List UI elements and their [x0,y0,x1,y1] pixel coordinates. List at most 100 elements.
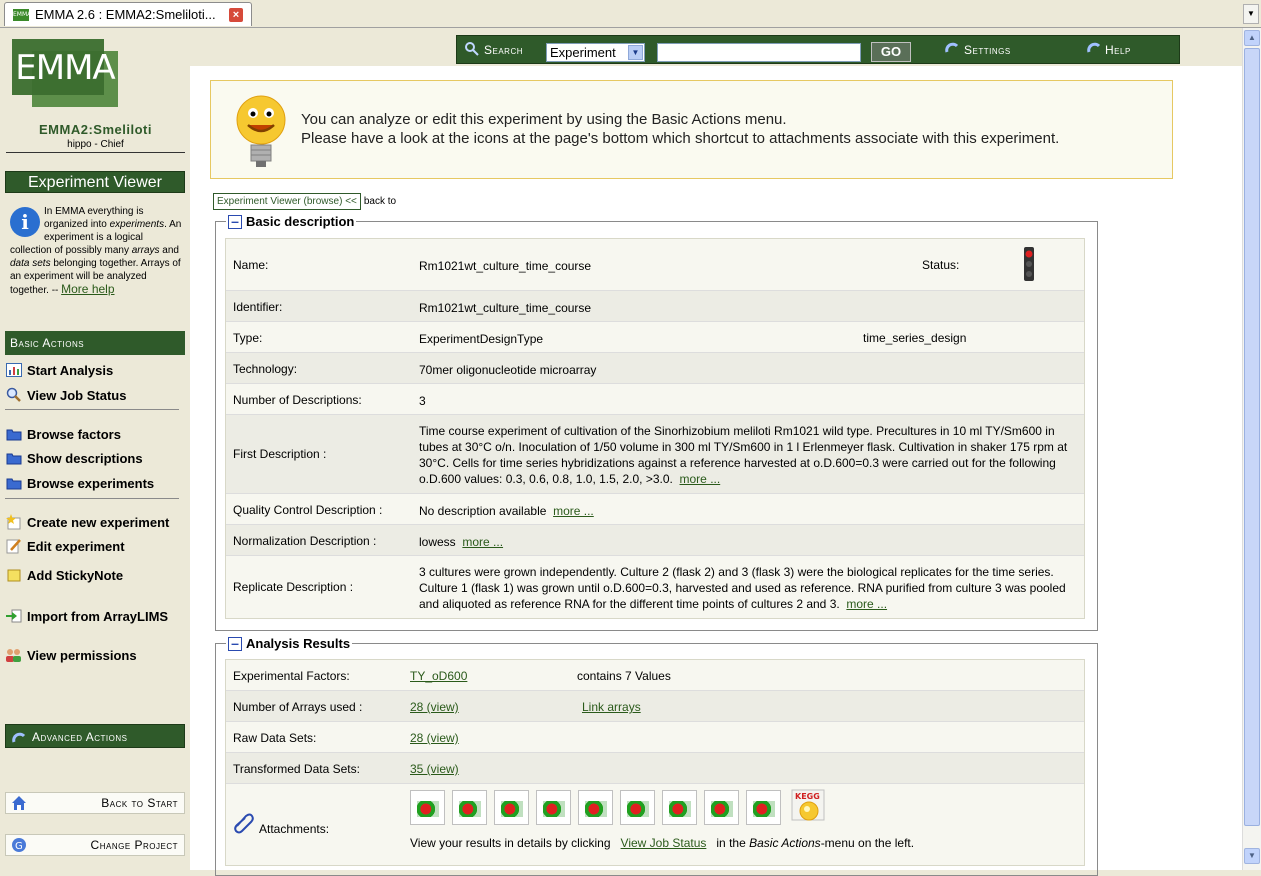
attachment-clip-icon [233,812,255,837]
arrays-used-row: Number of Arrays used : 28 (view) Link a… [226,691,1084,722]
settings-link[interactable]: Settings [964,43,1011,57]
arrays-view-link[interactable]: 28 (view) [410,700,459,714]
traffic-light-icon [1021,247,1037,284]
user-role: hippo - Chief [6,139,185,153]
view-permissions-menu-item[interactable]: View permissions [5,646,180,664]
chevron-down-icon: ▼ [628,45,643,60]
attachments-row: Attachments: KEGG View your results in d… [226,784,1084,865]
view-job-status-menu-item[interactable]: View Job Status [5,386,180,404]
raw-data-view-link[interactable]: 28 (view) [410,731,459,745]
attachment-plot-icon[interactable] [578,790,613,825]
num-descriptions-row: Number of Descriptions: 3 [226,384,1084,415]
edit-experiment-menu-item[interactable]: Edit experiment [5,537,180,555]
attachment-plot-icon[interactable] [536,790,571,825]
more-link[interactable]: more ... [846,597,887,611]
browser-tab[interactable]: EMMA EMMA 2.6 : EMMA2:Smeliloti... × [4,2,252,26]
change-project-icon: G [11,837,27,853]
tab-list-dropdown-button[interactable]: ▼ [1243,4,1259,24]
lightbulb-smiley-icon [233,93,291,171]
info-text: i In EMMA everything is organized into e… [10,206,182,296]
svg-text:G: G [15,841,23,852]
attachment-plot-icon[interactable] [704,790,739,825]
browse-experiments-menu-item[interactable]: Browse experiments [5,474,180,492]
analysis-results-table: Experimental Factors: TY_oD600 contains … [225,659,1085,866]
vertical-scrollbar[interactable]: ▲ ▼ [1242,28,1261,870]
analysis-results-legend[interactable]: – Analysis Results [226,636,352,651]
folder-icon [5,475,23,491]
folder-icon [5,450,23,466]
attachment-plot-icon[interactable] [410,790,445,825]
search-type-select[interactable]: Experiment ▼ [546,43,645,62]
name-row: Name: Rm1021wt_culture_time_course Statu… [226,239,1084,291]
hint-line-2: Please have a look at the icons at the p… [301,130,1060,147]
basic-description-legend[interactable]: – Basic description [226,214,356,229]
more-link[interactable]: more ... [680,472,721,486]
start-analysis-menu-item[interactable]: Start Analysis [5,361,180,379]
browse-factors-menu-item[interactable]: Browse factors [5,425,180,443]
view-job-status-link[interactable]: View Job Status [621,836,707,850]
experiment-name: Rm1021wt_culture_time_course [419,259,592,273]
attachment-plot-icon[interactable] [746,790,781,825]
collapse-icon[interactable]: – [228,636,242,651]
create-new-experiment-menu-item[interactable]: Create new experiment [5,513,180,531]
scroll-thumb[interactable] [1244,48,1260,826]
more-link[interactable]: more ... [553,504,594,518]
info-icon: i [10,207,40,237]
technology-row: Technology: 70mer oligonucleotide microa… [226,353,1084,384]
breadcrumb: Experiment Viewer (browse) << back to [213,193,399,210]
top-toolbar: Search Experiment ▼ GO Settings Help [456,35,1180,64]
attachment-thumbnails: KEGG [410,789,827,828]
attachments-instruction: View your results in details by clicking… [410,836,915,850]
type-row: Type: ExperimentDesignType time_series_d… [226,322,1084,353]
link-arrays-link[interactable]: Link arrays [582,700,641,714]
breadcrumb-current[interactable]: Experiment Viewer (browse) << [213,193,361,210]
viewer-title: Experiment Viewer [5,171,185,193]
magnifier-icon [5,387,23,403]
sticky-note-icon [5,567,23,583]
attachment-plot-icon[interactable] [494,790,529,825]
transformed-data-view-link[interactable]: 35 (view) [410,762,459,776]
advanced-actions-header[interactable]: Advanced Actions [5,724,185,748]
hint-box: You can analyze or edit this experiment … [210,80,1173,179]
replicate-description-row: Replicate Description : 3 cultures were … [226,556,1084,618]
change-project-button[interactable]: G Change Project [5,834,185,856]
chart-icon [5,362,23,378]
emma-logo[interactable]: EMMA [12,39,118,107]
help-link[interactable]: Help [1105,43,1131,57]
basic-actions-header: Basic Actions [5,331,185,355]
collapse-icon[interactable]: – [228,214,242,229]
hint-line-1: You can analyze or edit this experiment … [301,111,787,128]
kegg-icon[interactable]: KEGG [791,789,827,825]
home-icon [11,795,27,811]
sidebar: EMMA EMMA2:Smeliloti hippo - Chief Exper… [0,28,190,870]
import-arrow-icon [5,608,23,624]
tab-title: EMMA 2.6 : EMMA2:Smeliloti... [35,7,216,22]
new-star-icon [5,514,23,530]
search-icon [465,42,479,59]
search-input[interactable] [657,43,861,62]
browser-tab-bar: EMMA EMMA 2.6 : EMMA2:Smeliloti... × ▼ [0,0,1261,28]
expand-arrow-icon [12,730,26,754]
attachment-plot-icon[interactable] [452,790,487,825]
attachment-plot-icon[interactable] [662,790,697,825]
attachment-plot-icon[interactable] [620,790,655,825]
import-from-arraylims-menu-item[interactable]: Import from ArrayLIMS [5,607,180,625]
search-label: Search [484,43,524,57]
factor-link[interactable]: TY_oD600 [410,669,467,683]
go-button[interactable]: GO [871,42,911,62]
project-name: EMMA2:Smeliloti [39,122,152,137]
scroll-up-icon[interactable]: ▲ [1244,30,1260,46]
first-description-row: First Description : Time course experime… [226,415,1084,494]
normalization-description-row: Normalization Description : lowess more … [226,525,1084,556]
qc-description-row: Quality Control Description : No descrip… [226,494,1084,525]
more-help-link[interactable]: More help [61,282,114,296]
raw-data-sets-row: Raw Data Sets: 28 (view) [226,722,1084,753]
edit-pencil-icon [5,538,23,554]
more-link[interactable]: more ... [462,535,503,549]
add-stickynote-menu-item[interactable]: Add StickyNote [5,566,180,584]
users-icon [5,647,23,663]
scroll-down-icon[interactable]: ▼ [1244,848,1260,864]
close-tab-icon[interactable]: × [229,8,243,22]
show-descriptions-menu-item[interactable]: Show descriptions [5,449,180,467]
back-to-start-button[interactable]: Back to Start [5,792,185,814]
